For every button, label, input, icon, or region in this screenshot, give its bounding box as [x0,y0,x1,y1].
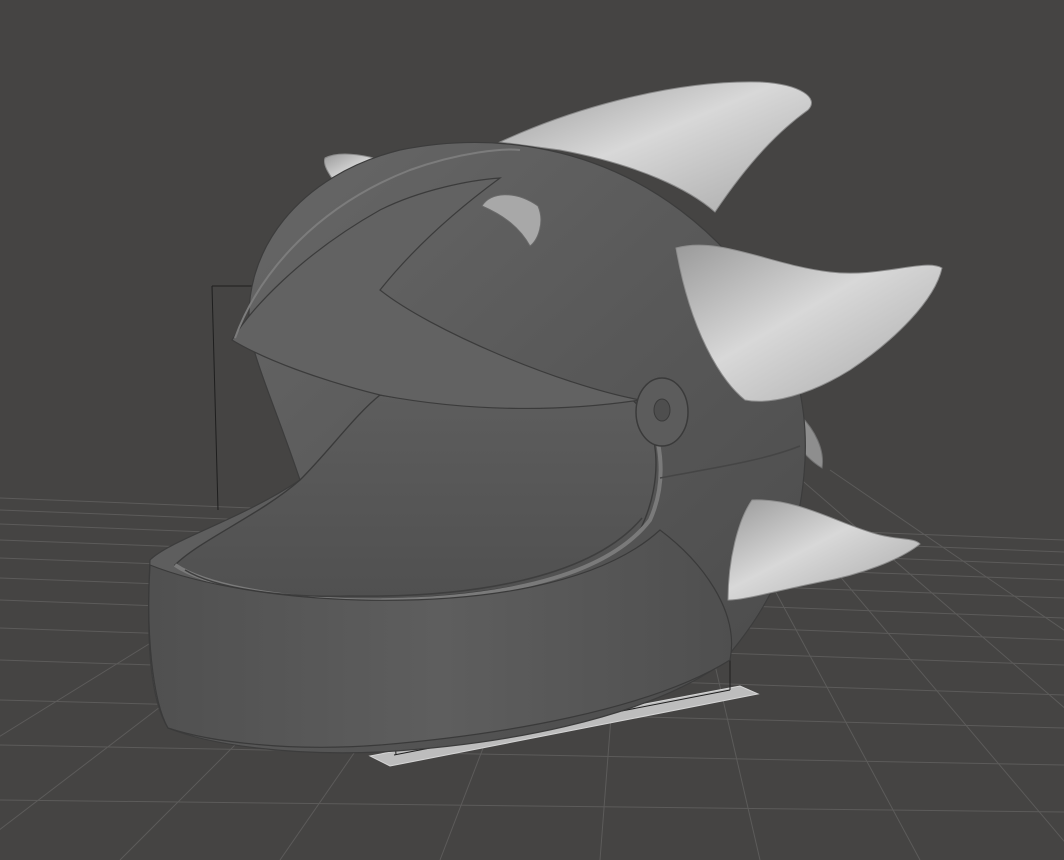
viewport-canvas[interactable] [0,0,1064,860]
visor-pivot [635,377,689,447]
side-spike-lower [727,499,921,601]
3d-viewport[interactable] [0,0,1064,860]
